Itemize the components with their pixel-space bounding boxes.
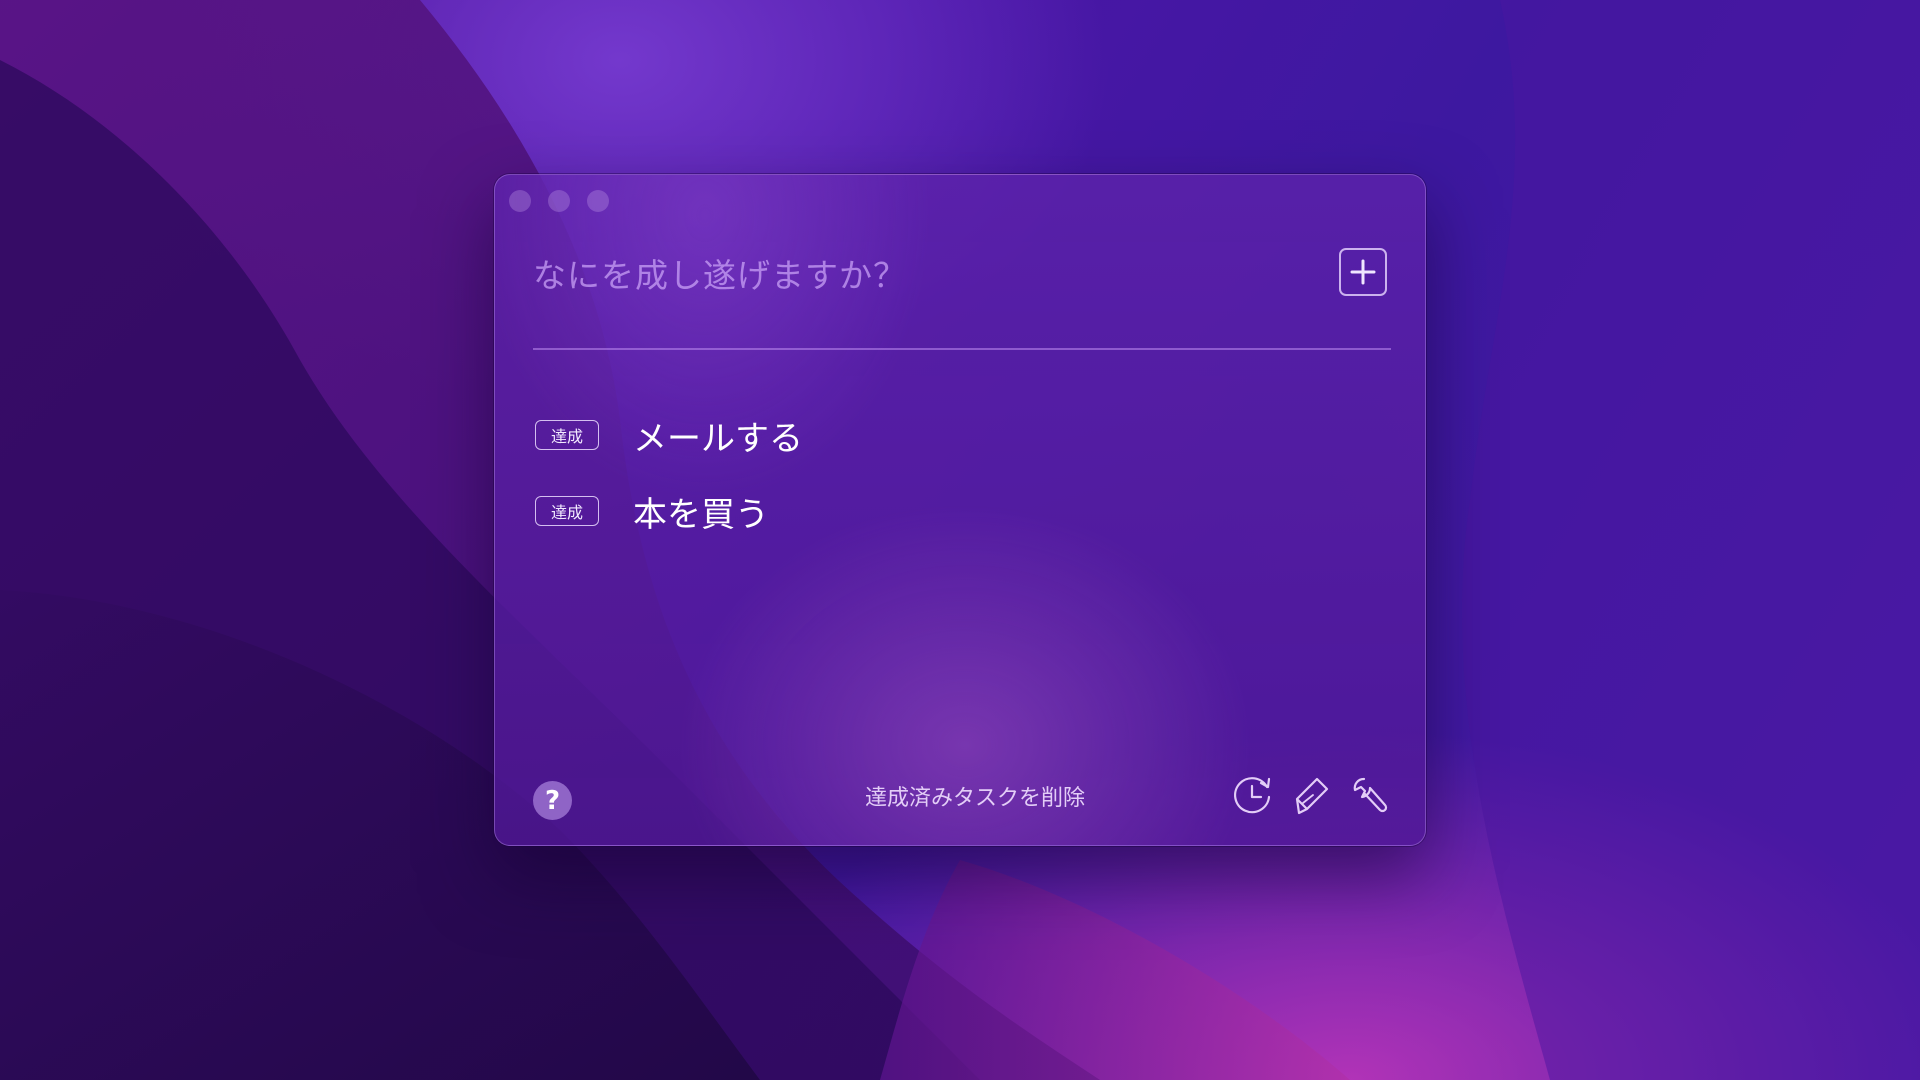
complete-task-button[interactable]: 達成 [535,496,599,526]
pen-icon[interactable] [1289,773,1333,817]
task-text: メールする [633,418,803,459]
input-divider [533,348,1391,350]
plus-icon [1350,259,1376,285]
app-window: 達成 メールする 達成 本を買う ? 達成済みタスクを削除 [494,174,1426,846]
wrench-icon[interactable] [1347,773,1391,817]
add-task-button[interactable] [1339,248,1387,296]
traffic-lights [509,190,609,212]
help-button[interactable]: ? [533,781,572,820]
task-text: 本を買う [633,494,769,535]
task-item: 達成 本を買う [535,473,803,549]
task-item: 達成 メールする [535,397,803,473]
window-minimize-button[interactable] [548,190,570,212]
new-task-input[interactable] [533,245,1313,305]
clear-completed-button[interactable]: 達成済みタスクを削除 [755,781,1195,817]
complete-task-button[interactable]: 達成 [535,420,599,450]
task-list: 達成 メールする 達成 本を買う [535,397,803,549]
window-zoom-button[interactable] [587,190,609,212]
history-icon[interactable] [1231,773,1275,817]
window-close-button[interactable] [509,190,531,212]
